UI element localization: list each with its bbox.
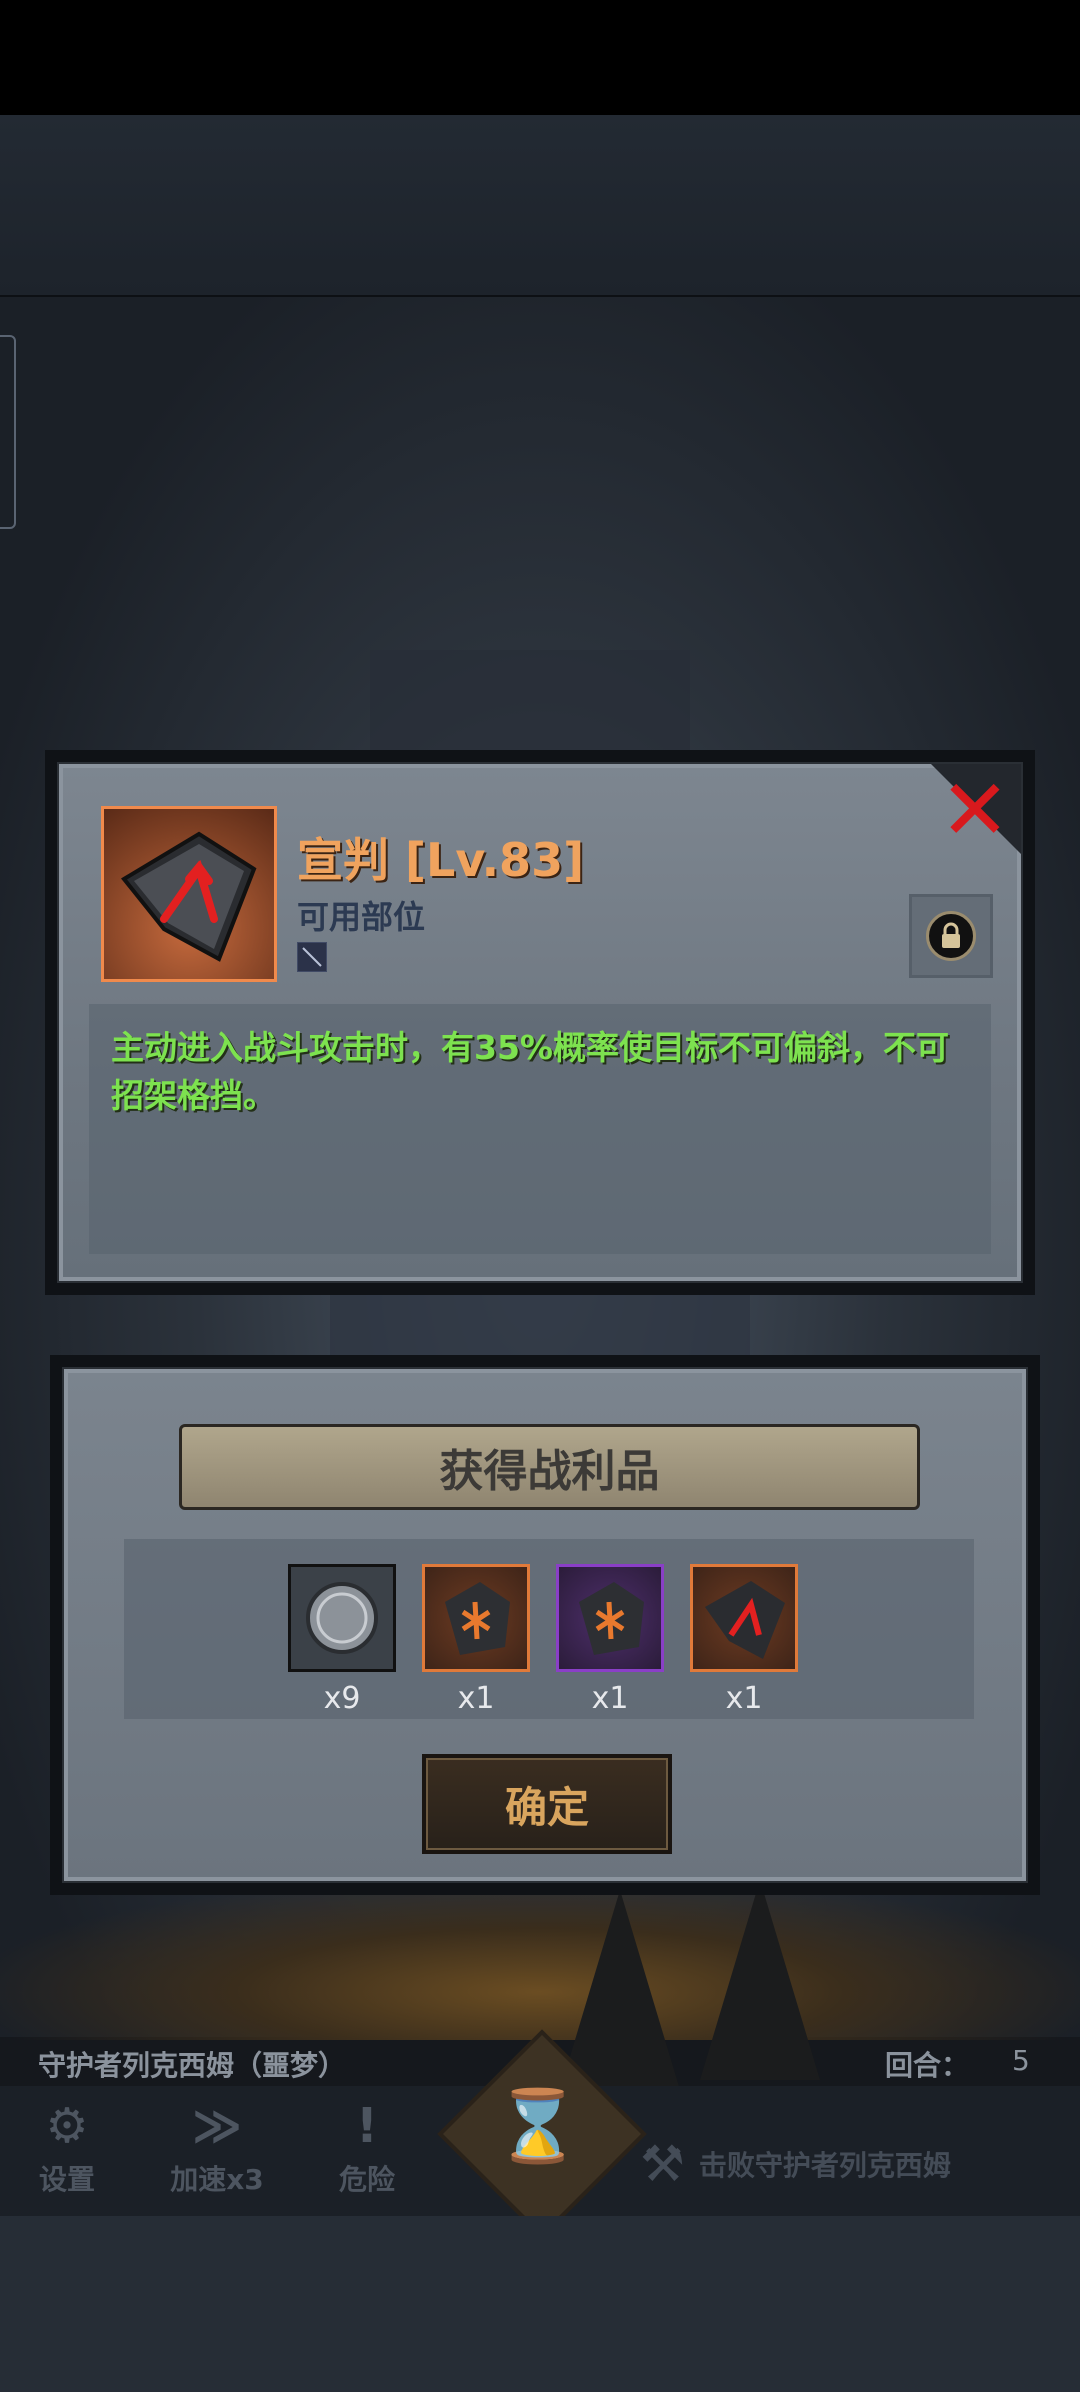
loot-count: x9 [323,1681,361,1716]
item-slot-label: 可用部位 [297,898,426,936]
loot-title: 获得战利品 [439,1446,660,1497]
silver-coin-icon[interactable] [288,1564,396,1672]
round-label: 回合： [885,2049,970,2082]
rune-orange-icon[interactable] [422,1564,530,1672]
game-header-background [0,115,1080,297]
crossed-hammers-icon: ⚒ [640,2135,685,2193]
confirm-label: 确定 [504,1782,589,1832]
loot-title-banner: 获得战利品 [179,1424,920,1510]
confirm-button[interactable]: 确定 [422,1754,672,1854]
item-detail-panel: ✕ 宣判 [Lv.83] 可用部位 主动进入战斗攻击时，有35%概率使目标不可偏… [45,750,1035,1295]
scene-ground [0,1880,1080,2040]
danger-label: 危险 [338,2163,395,2196]
rune-stone-icon [101,806,277,982]
item-title: 宣判 [Lv.83] [297,833,585,887]
gear-icon: ⚙ [45,2098,89,2154]
rune-purple-icon[interactable] [556,1564,664,1672]
weapon-slot-icon [297,942,327,972]
top-status-bar [0,0,1080,115]
boss-name: 守护者列克西姆（噩梦） [38,2049,347,2082]
close-icon[interactable]: ✕ [935,768,1015,852]
loot-items-strip [124,1539,974,1719]
fast-forward-icon: ≫ [191,2098,243,2154]
loot-count: x1 [591,1681,629,1716]
lock-button[interactable] [909,894,993,978]
scene-building [370,650,690,760]
round-value: 5 [1012,2044,1030,2077]
loot-panel-body: 获得战利品 x9 x1 x1 x1 确定 [62,1367,1028,1883]
goal-text: 击败守护者列克西姆 [698,2149,951,2182]
item-description-box: 主动进入战斗攻击时，有35%概率使目标不可偏斜，不可招架格挡。 [89,1004,991,1254]
loot-count: x1 [725,1681,763,1716]
item-detail-body: ✕ 宣判 [Lv.83] 可用部位 主动进入战斗攻击时，有35%概率使目标不可偏… [57,762,1023,1283]
exclamation-icon: ! [356,2098,378,2154]
speed-button[interactable]: ≫ 加速x3 [162,2094,272,2198]
side-drawer-tab[interactable] [0,335,16,529]
navigation-area [0,2216,1080,2392]
danger-button[interactable]: ! 危险 [312,2094,422,2198]
loot-count: x1 [457,1681,495,1716]
battle-goal: ⚒ 击败守护者列克西姆 [640,2135,951,2193]
rune-red-arrow-icon[interactable] [690,1564,798,1672]
speed-label: 加速x3 [170,2163,264,2196]
item-description: 主动进入战斗攻击时，有35%概率使目标不可偏斜，不可招架格挡。 [111,1028,949,1115]
lock-icon [926,911,976,961]
settings-button[interactable]: ⚙ 设置 [12,2094,122,2198]
settings-label: 设置 [38,2163,95,2196]
hourglass-icon: ⌛ [494,2085,582,2167]
loot-panel: 获得战利品 x9 x1 x1 x1 确定 [50,1355,1040,1895]
